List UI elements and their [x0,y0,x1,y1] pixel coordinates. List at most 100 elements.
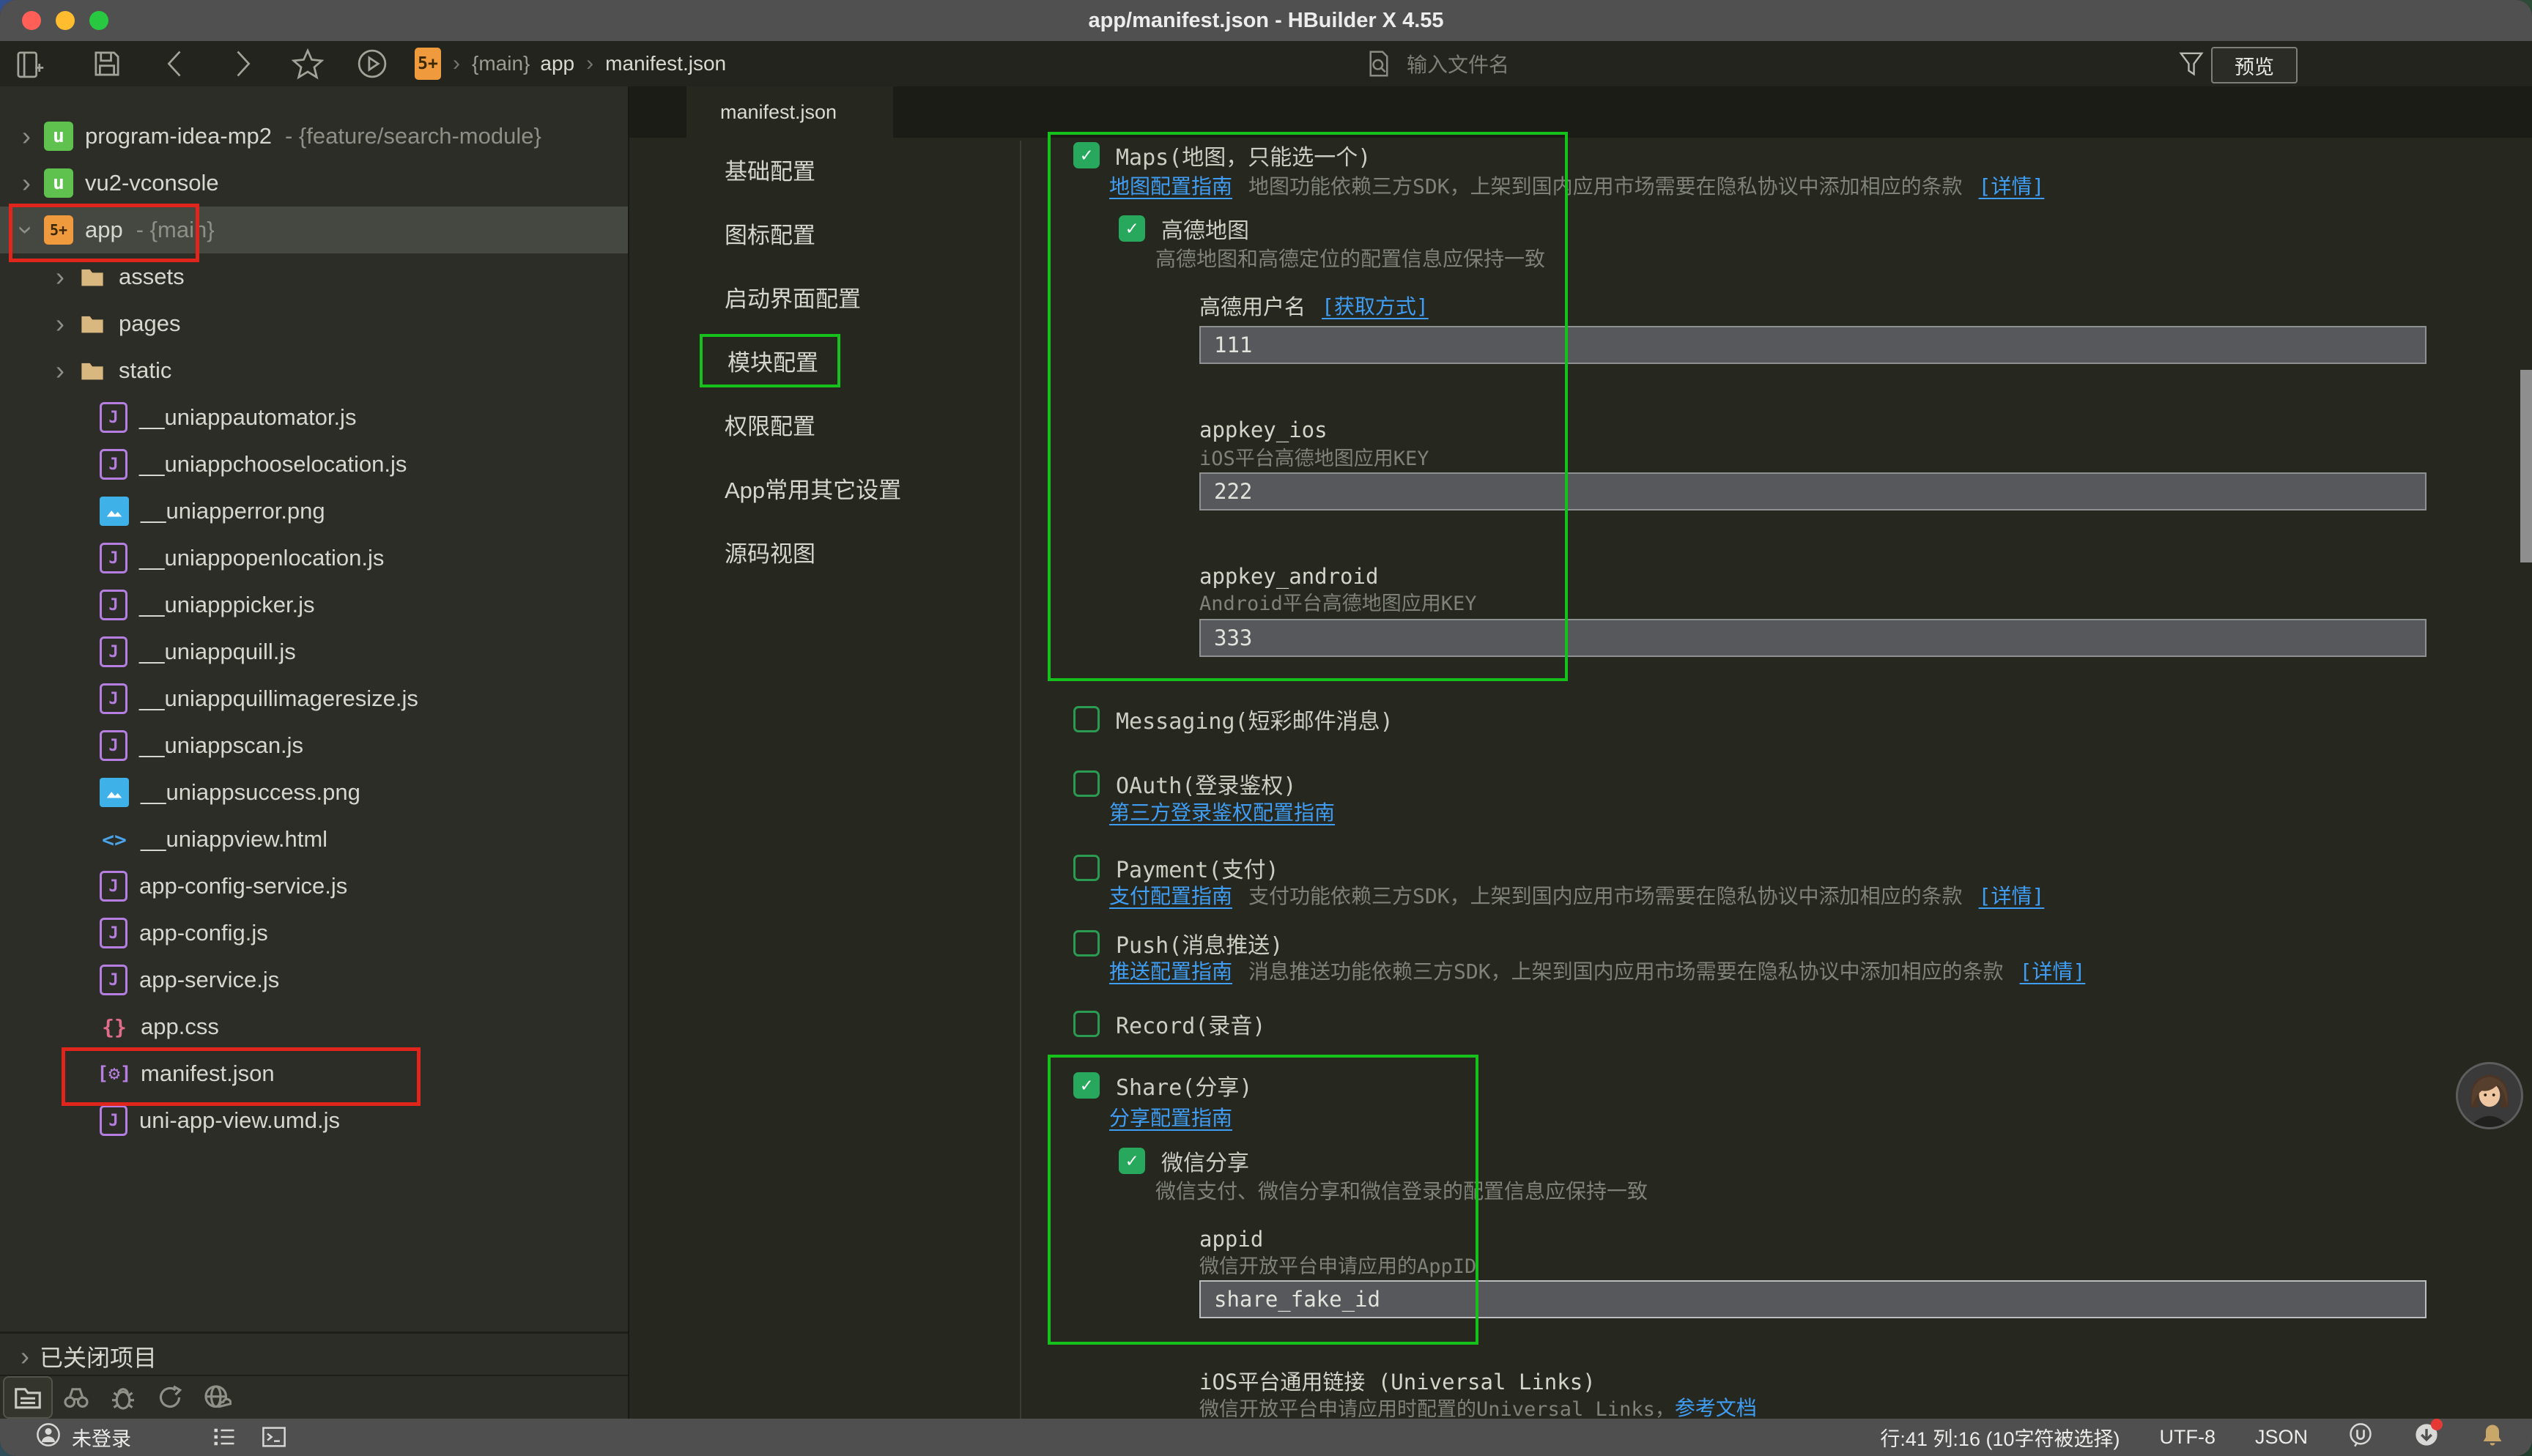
payment-checkbox[interactable] [1073,855,1100,881]
amap-username-label-row: 高德用户名 [获取方式] [1199,288,1429,323]
tree-row-file[interactable]: J__uniappopenlocation.js [0,535,628,582]
sidebar-tab-bar [0,1375,628,1419]
amap-username-howto-link[interactable]: [获取方式] [1322,291,1429,320]
bookmark-star-icon[interactable] [292,48,324,80]
share-guide-link[interactable]: 分享配置指南 [1109,1102,1232,1132]
messaging-checkbox[interactable] [1073,706,1100,732]
tree-row-project[interactable]: ›uprogram-idea-mp2- {feature/search-modu… [0,113,628,160]
tab-debug[interactable] [100,1378,147,1417]
record-checkbox[interactable] [1073,1011,1100,1037]
tab-manifest-json[interactable]: manifest.json [686,86,893,138]
outline-list-icon[interactable] [211,1424,237,1455]
tree-row-file[interactable]: J__uniapppicker.js [0,582,628,628]
tree-row-folder[interactable]: ›static [0,347,628,394]
push-detail-link[interactable]: [详情] [2020,956,2086,985]
maps-detail-link[interactable]: [详情] [1979,171,2045,200]
menu-item-basic-config[interactable]: 基础配置 [629,138,1020,201]
bell-icon[interactable] [2479,1422,2506,1453]
forward-icon[interactable] [226,48,258,80]
chevron-down-icon[interactable]: › [11,215,42,245]
maps-checkbox[interactable]: ✓ [1073,142,1100,168]
manifest-visual-editor: 基础配置 图标配置 启动界面配置 模块配置 权限配置 App常用其它设置 源码视… [629,138,2532,1419]
push-checkbox[interactable] [1073,930,1100,957]
chevron-right-icon[interactable]: › [12,121,41,152]
image-file-icon [100,778,129,807]
chevron-right-icon[interactable]: › [45,308,75,339]
amap-username-input[interactable] [1199,326,2426,364]
tab-search[interactable] [53,1378,100,1417]
tree-row-file[interactable]: <>__uniappview.html [0,816,628,863]
payment-guide-link[interactable]: 支付配置指南 [1109,880,1232,910]
amap-checkbox[interactable]: ✓ [1119,215,1145,242]
tab-project-manager[interactable] [3,1376,53,1419]
breadcrumb-project[interactable]: app [540,52,574,75]
breadcrumb-separator-icon: › [453,51,460,76]
js-file-icon: J [100,730,127,761]
tree-row-file[interactable]: J__uniappquill.js [0,628,628,675]
cursor-position[interactable]: 行:41 列:16 (10字符被选择) [1880,1423,2120,1452]
closed-projects-section[interactable]: › 已关闭项目 [0,1331,628,1379]
user-login-icon[interactable] [35,1422,62,1453]
tree-row-file[interactable]: {}app.css [0,1003,628,1050]
chevron-right-icon[interactable]: › [45,261,75,292]
close-window-button[interactable] [22,11,41,30]
hbuilder-feedback-icon[interactable] [2347,1422,2374,1453]
tab-web[interactable] [193,1378,240,1417]
tree-row-file[interactable]: Japp-config-service.js [0,863,628,910]
tree-row-folder[interactable]: ›assets [0,253,628,300]
user-avatar[interactable] [2456,1062,2523,1129]
run-icon[interactable] [356,48,388,80]
preview-button[interactable]: 预览 [2211,47,2298,83]
save-icon[interactable] [91,48,123,80]
zoom-window-button[interactable] [89,11,108,30]
update-available-icon[interactable] [2413,1422,2440,1453]
universal-links-doc-link[interactable]: 参考文档 [1675,1392,1757,1422]
tab-sync[interactable] [147,1378,193,1417]
oauth-guide-link[interactable]: 第三方登录鉴权配置指南 [1109,797,1335,826]
tree-row-file[interactable]: J__uniappquillimageresize.js [0,675,628,722]
terminal-icon[interactable] [261,1424,287,1455]
vertical-scrollbar-thumb[interactable] [2520,370,2532,562]
back-icon[interactable] [160,48,192,80]
tree-row-project[interactable]: ›uvu2-vconsole [0,160,628,207]
login-status[interactable]: 未登录 [72,1423,131,1452]
breadcrumb-file[interactable]: manifest.json [605,52,726,75]
menu-item-icon-config[interactable]: 图标配置 [629,201,1020,265]
tree-row-file-manifest[interactable]: [⚙]manifest.json [0,1050,628,1097]
menu-item-module-config[interactable]: 模块配置 [629,329,1020,393]
oauth-checkbox[interactable] [1073,770,1100,797]
menu-item-splash-config[interactable]: 启动界面配置 [629,265,1020,329]
tree-row-file[interactable]: __uniappsuccess.png [0,769,628,816]
tree-row-file[interactable]: J__uniappchooselocation.js [0,441,628,488]
chevron-right-icon[interactable]: › [12,168,41,198]
breadcrumb-branch[interactable]: {main} [472,52,530,75]
chevron-right-icon[interactable]: › [45,355,75,386]
filter-funnel-icon[interactable] [2177,50,2205,81]
tree-row-file[interactable]: J__uniappautomator.js [0,394,628,441]
menu-item-app-other-settings[interactable]: App常用其它设置 [629,456,1020,520]
tree-row-file[interactable]: Juni-app-view.umd.js [0,1097,628,1144]
tree-row-folder[interactable]: ›pages [0,300,628,347]
push-guide-link[interactable]: 推送配置指南 [1109,956,1232,985]
language-mode[interactable]: JSON [2255,1426,2308,1449]
new-window-icon[interactable] [13,48,45,80]
menu-item-permission-config[interactable]: 权限配置 [629,393,1020,456]
payment-guide-row: 支付配置指南 支付功能依赖三方SDK，上架到国内应用市场需要在隐私协议中添加相应… [1109,877,2044,913]
tree-row-project-app[interactable]: ›5+app- {main} [0,207,628,253]
tree-row-file[interactable]: Japp-config.js [0,910,628,957]
appid-desc-row: 微信开放平台申请应用的AppID [1199,1248,1476,1280]
encoding-indicator[interactable]: UTF-8 [2159,1426,2216,1449]
payment-detail-link[interactable]: [详情] [1979,880,2045,910]
appkey-ios-input[interactable] [1199,472,2426,510]
file-search-field[interactable]: 输入文件名 [1364,47,1509,81]
menu-item-source-view[interactable]: 源码视图 [629,520,1020,584]
tree-row-file[interactable]: Japp-service.js [0,957,628,1003]
minimize-window-button[interactable] [56,11,75,30]
tree-row-file[interactable]: J__uniappscan.js [0,722,628,769]
share-checkbox[interactable]: ✓ [1073,1072,1100,1099]
wechat-share-checkbox[interactable]: ✓ [1119,1148,1145,1174]
tree-row-file[interactable]: __uniapperror.png [0,488,628,535]
share-appid-input[interactable] [1199,1280,2426,1318]
appkey-android-input[interactable] [1199,619,2426,657]
maps-guide-link[interactable]: 地图配置指南 [1109,171,1232,200]
